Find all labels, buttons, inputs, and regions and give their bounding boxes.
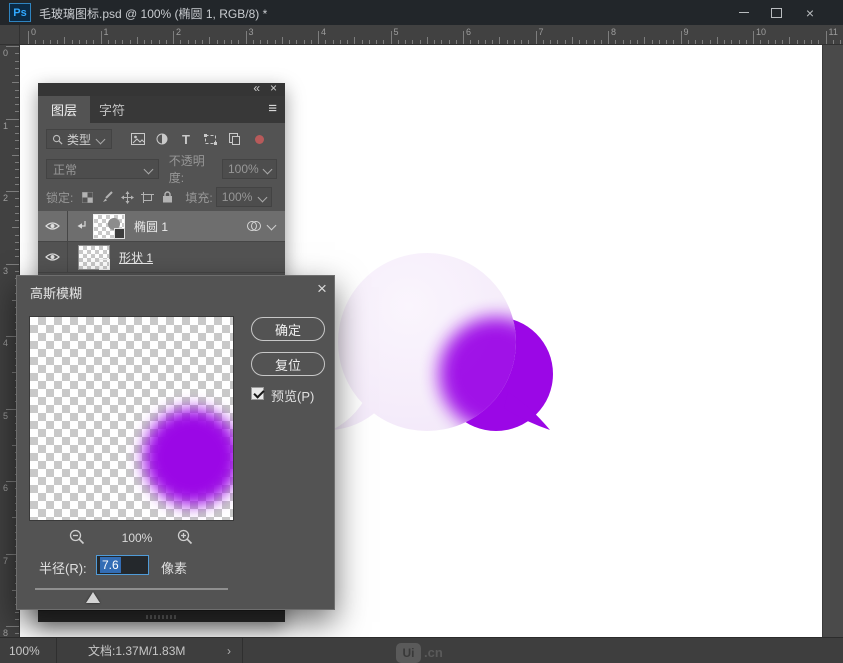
gaussian-blur-dialog: 高斯模糊 × 确定 复位 预览(P) 100% 半径(R): 7.6 像素 — [16, 275, 335, 610]
opacity-dropdown[interactable]: 100% — [222, 159, 277, 179]
maximize-icon — [771, 8, 782, 18]
visibility-toggle[interactable] — [38, 242, 68, 273]
lock-artboard-icon[interactable] — [137, 189, 157, 205]
eye-icon — [45, 221, 60, 231]
photoshop-app-icon: Ps — [9, 3, 31, 22]
fill-label: 填充: — [185, 189, 212, 206]
radius-input[interactable]: 7.6 — [96, 555, 149, 575]
glass-chat-bubble — [338, 253, 516, 431]
resize-grip-icon — [146, 615, 178, 619]
smart-filter-icon[interactable] — [246, 220, 262, 232]
fill-dropdown[interactable]: 100% — [216, 187, 272, 207]
filter-toggle-icon[interactable] — [255, 135, 264, 144]
watermark-suffix: .cn — [424, 645, 443, 660]
smart-filter-expand-icon[interactable] — [267, 220, 277, 230]
visibility-toggle[interactable] — [38, 211, 68, 242]
zoom-in-button[interactable] — [177, 529, 193, 545]
layer-filter-kind-dropdown[interactable]: 类型 — [46, 129, 112, 149]
zoom-out-icon — [69, 529, 85, 545]
preview-blurred-blob — [144, 409, 234, 505]
lock-pixels-brush-icon[interactable] — [97, 189, 117, 205]
ruler-top[interactable]: 01234567891011 — [0, 25, 843, 45]
filter-kind-label: 类型 — [67, 131, 91, 148]
window-title: 毛玻璃图标.psd @ 100% (椭圆 1, RGB/8) * — [39, 5, 267, 22]
filter-shape-layers-icon[interactable] — [200, 131, 220, 147]
chevron-right-icon: › — [227, 644, 231, 658]
eye-icon — [45, 252, 60, 262]
blend-row: 正常 不透明度: 100% — [46, 159, 277, 179]
filter-type-layers-icon[interactable]: T — [176, 131, 196, 147]
radius-unit-label: 像素 — [161, 558, 187, 577]
tab-layers[interactable]: 图层 — [38, 96, 90, 123]
blur-preview-box[interactable] — [29, 316, 234, 521]
minimize-button[interactable] — [728, 0, 760, 25]
lock-transparency-icon[interactable] — [77, 189, 97, 205]
tab-character[interactable]: 字符 — [86, 96, 138, 123]
ok-button[interactable]: 确定 — [251, 317, 325, 341]
panel-header: « × — [38, 83, 285, 96]
opacity-value: 100% — [228, 162, 259, 176]
zoom-in-icon — [177, 529, 193, 545]
panel-menu-icon[interactable]: ≡ — [268, 100, 277, 117]
preview-checkbox-label: 预览(P) — [271, 386, 314, 405]
layer-row-shape[interactable]: 形状 1 — [38, 242, 285, 273]
watermark: Ui .cn — [396, 640, 443, 663]
filter-smart-objects-icon[interactable] — [224, 131, 244, 147]
doc-size-text: 文档:1.37M/1.83M — [88, 642, 185, 659]
panel-collapse-icon[interactable]: « — [253, 81, 259, 95]
layer-name[interactable]: 形状 1 — [119, 249, 153, 266]
pasteboard-strip — [822, 45, 843, 637]
preview-zoom-level: 100% — [113, 531, 161, 545]
minimize-icon — [739, 12, 749, 13]
panel-close-icon[interactable]: × — [270, 81, 277, 95]
smart-filter-badge-icon — [114, 228, 125, 239]
lock-row: 锁定: 填充: 100% — [46, 187, 277, 207]
statusbar-expand-chevron[interactable]: › — [219, 638, 239, 663]
radius-value-selected-text: 7.6 — [100, 557, 121, 573]
panel-tab-row: 图层 字符 ≡ — [38, 96, 285, 123]
watermark-logo-icon: Ui — [396, 643, 421, 663]
filter-pixel-layers-icon[interactable] — [128, 131, 148, 147]
layer-thumbnail[interactable] — [78, 245, 110, 270]
maximize-button[interactable] — [760, 0, 792, 25]
layer-thumbnail[interactable] — [93, 214, 125, 239]
fill-value: 100% — [222, 190, 253, 204]
statusbar-zoom-level[interactable]: 100% — [0, 638, 57, 663]
dialog-close-button[interactable]: × — [311, 278, 333, 300]
layer-filter-row: 类型 T — [46, 129, 277, 149]
statusbar-zoom-text: 100% — [9, 644, 40, 658]
dialog-title: 高斯模糊 — [30, 283, 82, 302]
zoom-out-button[interactable] — [69, 529, 85, 545]
clipping-mask-arrow-icon — [76, 220, 87, 233]
reset-button[interactable]: 复位 — [251, 352, 325, 376]
filter-adjustment-layers-icon[interactable] — [152, 131, 172, 147]
preview-checkbox[interactable] — [251, 387, 264, 400]
blend-mode-dropdown[interactable]: 正常 — [46, 159, 159, 179]
radius-label: 半径(R): — [39, 558, 87, 577]
tab-character-label: 字符 — [99, 100, 125, 119]
lock-position-move-icon[interactable] — [117, 189, 137, 205]
lock-all-padlock-icon[interactable] — [157, 189, 177, 205]
check-icon — [253, 387, 264, 398]
lock-label: 锁定: — [46, 189, 73, 206]
panel-resize-bar[interactable] — [38, 610, 285, 622]
radius-slider-thumb[interactable] — [86, 592, 100, 603]
blend-mode-value: 正常 — [53, 161, 77, 178]
search-icon — [52, 134, 63, 145]
tab-layers-label: 图层 — [51, 100, 77, 119]
blurred-purple-blob — [439, 317, 516, 431]
radius-slider-track[interactable] — [35, 588, 228, 590]
title-bar: Ps 毛玻璃图标.psd @ 100% (椭圆 1, RGB/8) * × — [0, 0, 843, 25]
photoshop-window: Ps 毛玻璃图标.psd @ 100% (椭圆 1, RGB/8) * × 01… — [0, 0, 843, 663]
close-icon: × — [806, 6, 814, 20]
opacity-label: 不透明度: — [169, 152, 219, 186]
status-bar: 100% 文档:1.37M/1.83M › Ui .cn — [0, 637, 843, 663]
layer-name[interactable]: 椭圆 1 — [134, 218, 168, 235]
layer-row-ellipse[interactable]: 椭圆 1 — [38, 211, 285, 242]
close-window-button[interactable]: × — [794, 0, 826, 25]
shape-layer-badge-icon — [99, 259, 110, 270]
statusbar-doc-info[interactable]: 文档:1.37M/1.83M — [57, 638, 243, 663]
ruler-corner — [0, 25, 20, 45]
